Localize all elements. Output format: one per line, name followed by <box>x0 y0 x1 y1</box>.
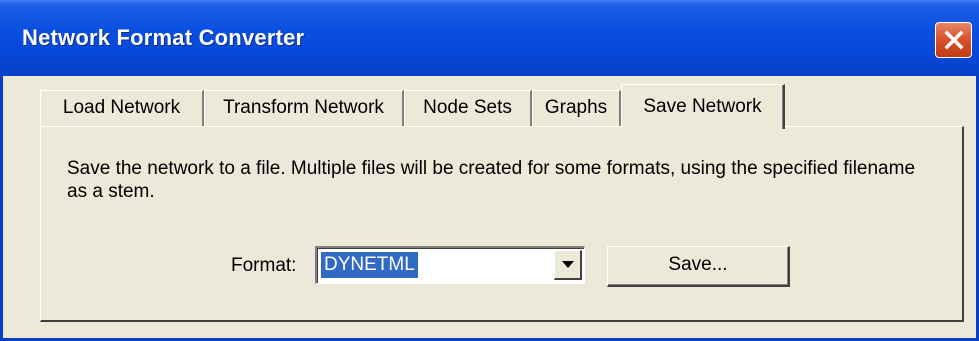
save-description: Save the network to a file. Multiple fil… <box>67 158 916 202</box>
close-button[interactable] <box>935 22 972 58</box>
tab-node-sets[interactable]: Node Sets <box>404 90 532 127</box>
window-title: Network Format Converter <box>22 25 305 50</box>
format-dropdown-button[interactable] <box>554 250 582 280</box>
tab-save-network[interactable]: Save Network <box>621 84 785 129</box>
close-icon <box>944 30 964 50</box>
save-button[interactable]: Save... <box>607 246 790 287</box>
tab-graphs[interactable]: Graphs <box>532 90 621 127</box>
chevron-down-icon <box>562 261 574 268</box>
format-select[interactable]: DYNETML <box>315 246 585 284</box>
save-network-panel: Save the network to a file. Multiple fil… <box>40 126 964 322</box>
network-format-converter-window: Network Format Converter Load Network Tr… <box>0 0 979 341</box>
format-label: Format: <box>231 255 297 276</box>
tab-transform-network[interactable]: Transform Network <box>204 90 404 127</box>
tab-load-network[interactable]: Load Network <box>40 90 204 127</box>
format-selected-value: DYNETML <box>321 252 418 278</box>
title-bar[interactable]: Network Format Converter <box>0 0 979 76</box>
